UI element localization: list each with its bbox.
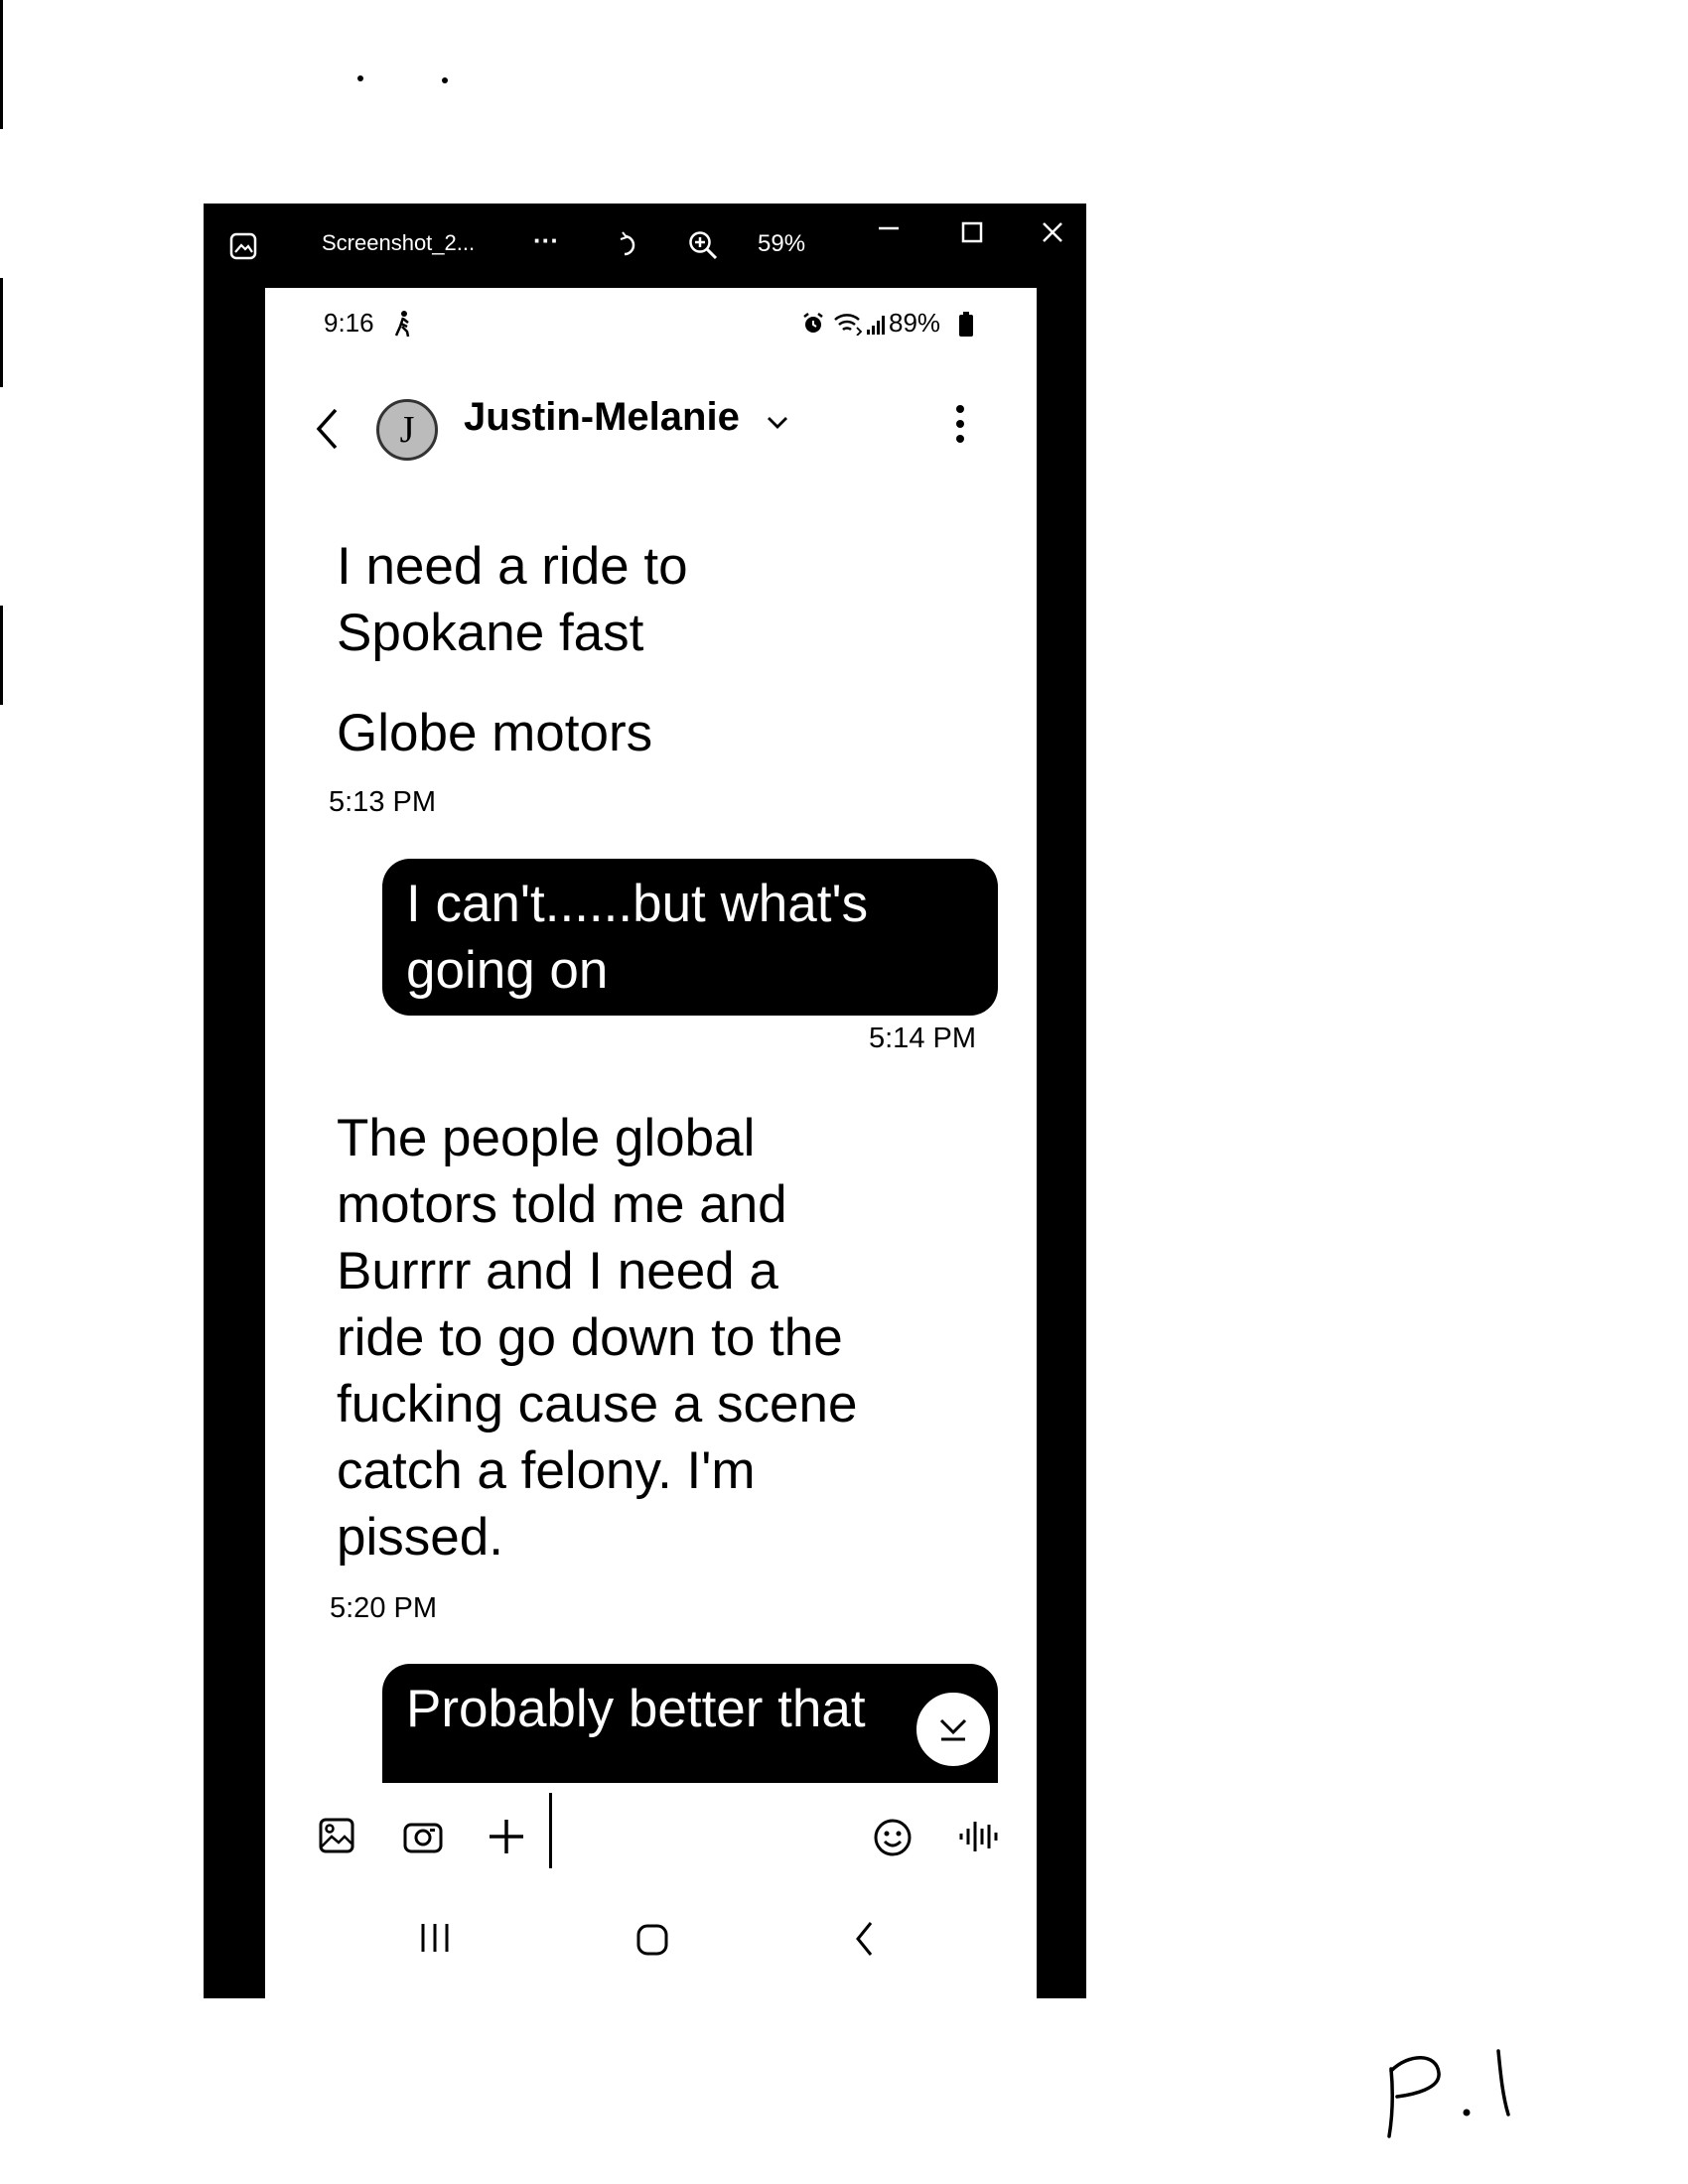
file-name: Screenshot_2... bbox=[322, 230, 476, 255]
message-line: I need a ride to bbox=[337, 537, 688, 596]
text-cursor bbox=[549, 1793, 552, 1868]
contact-name[interactable]: Justin-Melanie bbox=[464, 395, 740, 440]
phone-screenshot: 9:16 89% J Justin-Melanie I need a ride … bbox=[265, 288, 1037, 1998]
scan-dot bbox=[357, 75, 363, 81]
emoji-icon[interactable] bbox=[872, 1817, 914, 1858]
message-timestamp: 5:20 PM bbox=[330, 1592, 437, 1624]
alarm-icon bbox=[803, 313, 823, 333]
message-input[interactable] bbox=[549, 1789, 847, 1878]
maximize-icon[interactable] bbox=[960, 220, 984, 244]
recents-icon[interactable] bbox=[418, 1922, 452, 1954]
message-timestamp: 5:14 PM bbox=[869, 1023, 976, 1054]
outgoing-message: I can't......but what's going on bbox=[382, 859, 998, 1016]
outgoing-message: Probably better that bbox=[382, 1664, 998, 1783]
message-line: Spokane fast bbox=[337, 604, 644, 662]
incoming-message: Globe motors bbox=[337, 700, 652, 766]
more-icon[interactable]: ··· bbox=[533, 225, 559, 256]
chevron-down-icon[interactable] bbox=[766, 415, 789, 431]
incoming-message: I need a ride to Spokane fast bbox=[337, 533, 688, 666]
message-line: pissed. bbox=[337, 1508, 503, 1567]
message-line: The people global bbox=[337, 1109, 756, 1167]
viewer-title-bar: Screenshot_2... ··· 59% bbox=[204, 204, 1086, 288]
message-line: going on bbox=[406, 941, 609, 1000]
battery-icon bbox=[959, 312, 973, 337]
avatar-initial: J bbox=[399, 409, 415, 451]
scan-edge-mark bbox=[0, 278, 3, 387]
walk-icon bbox=[394, 311, 410, 338]
message-line: fucking cause a scene bbox=[337, 1375, 858, 1433]
message-line: I can't......but what's bbox=[406, 875, 869, 933]
gallery-icon[interactable] bbox=[228, 231, 258, 261]
close-icon[interactable] bbox=[1041, 220, 1064, 244]
message-line: motors told me and bbox=[337, 1175, 787, 1234]
zoom-in-icon[interactable] bbox=[687, 229, 719, 261]
minimize-icon[interactable] bbox=[877, 223, 901, 233]
home-icon[interactable] bbox=[634, 1922, 670, 1958]
scroll-down-icon bbox=[939, 1718, 967, 1741]
scan-edge-mark bbox=[0, 0, 3, 129]
compose-bar bbox=[265, 1789, 1037, 1878]
image-icon[interactable] bbox=[318, 1817, 355, 1854]
avatar[interactable]: J bbox=[376, 399, 438, 461]
voice-icon[interactable] bbox=[957, 1817, 999, 1856]
message-line: ride to go down to the bbox=[337, 1308, 843, 1367]
kebab-menu-icon[interactable] bbox=[954, 404, 966, 444]
message-line: Globe motors bbox=[337, 704, 653, 762]
scan-dot bbox=[442, 77, 448, 83]
scan-edge-mark bbox=[0, 606, 3, 705]
camera-icon[interactable] bbox=[402, 1819, 444, 1854]
handwritten-page-number bbox=[1387, 2049, 1510, 2138]
image-viewer-window: Screenshot_2... ··· 59% 9:16 89% J Justi… bbox=[204, 204, 1086, 1998]
zoom-level: 59% bbox=[758, 230, 806, 257]
rotate-icon[interactable] bbox=[619, 231, 642, 259]
status-time: 9:16 bbox=[324, 308, 374, 338]
plus-icon[interactable] bbox=[487, 1817, 526, 1856]
scroll-to-bottom-button[interactable] bbox=[914, 1690, 993, 1769]
wifi-icon bbox=[834, 314, 863, 336]
message-timestamp: 5:13 PM bbox=[329, 786, 436, 818]
message-line: catch a felony. I'm bbox=[337, 1441, 756, 1500]
message-line: Burrrr and I need a bbox=[337, 1242, 778, 1300]
signal-icon bbox=[867, 316, 885, 335]
battery-level: 89% bbox=[889, 308, 941, 338]
back-icon[interactable] bbox=[315, 407, 341, 451]
nav-back-icon[interactable] bbox=[853, 1920, 877, 1958]
message-line: Probably better that bbox=[406, 1680, 866, 1738]
incoming-message: The people global motors told me and Bur… bbox=[337, 1105, 857, 1570]
system-navigation-bar bbox=[265, 1896, 1037, 1995]
